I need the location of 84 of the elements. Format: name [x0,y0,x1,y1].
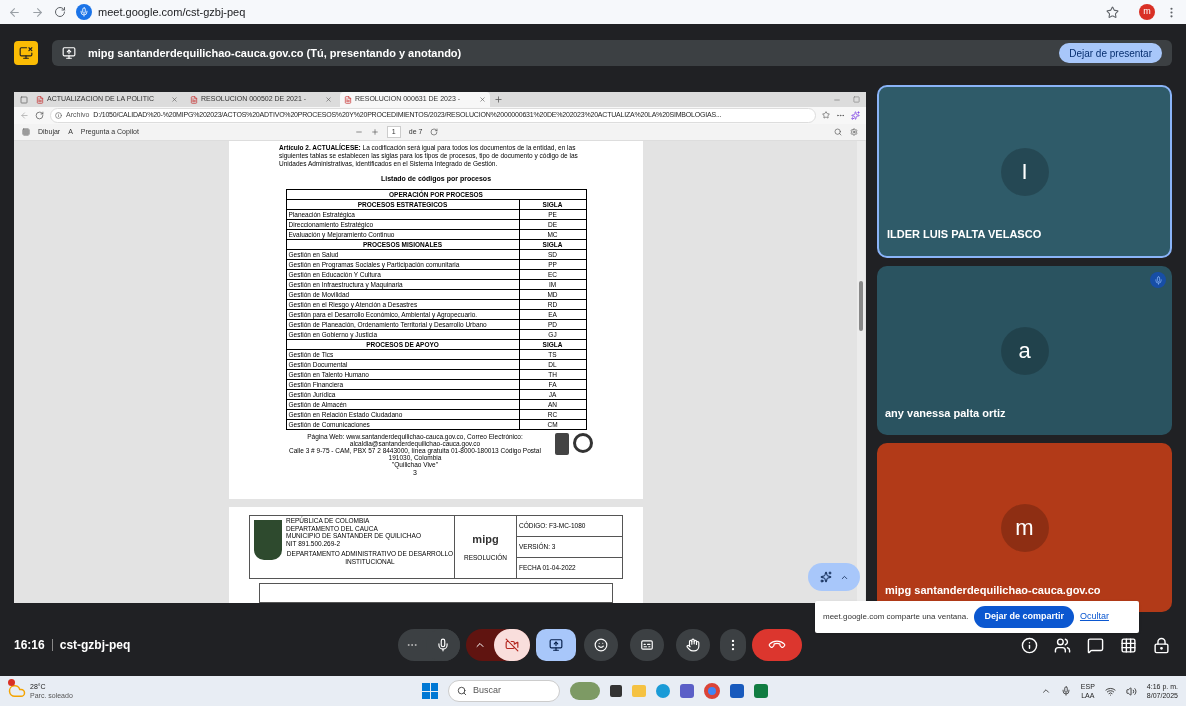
participant-name: ILDER LUIS PALTA VELASCO [887,226,1042,242]
participant-tile[interactable]: a any vanessa palta ortiz [877,266,1172,435]
reactions-button[interactable] [584,629,618,661]
present-icon [549,638,563,652]
task-view-icon[interactable] [610,685,622,697]
stamp-icon [573,432,593,453]
raise-hand-button[interactable] [676,629,710,661]
stop-presenting-icon[interactable] [14,41,38,65]
close-icon[interactable] [171,96,178,103]
tab-actions-icon[interactable] [20,95,28,104]
widget-thumbnail[interactable] [570,682,600,700]
participant-avatar: a [1000,326,1049,375]
stop-presenting-button[interactable]: Dejar de presentar [1059,43,1162,63]
microphone-in-use-icon[interactable] [1060,686,1071,696]
camera-off-icon [505,638,519,652]
excel-icon[interactable] [754,684,768,698]
mipg-logo: mipg [472,531,499,547]
close-icon[interactable] [479,96,486,103]
pdf-file-icon [344,95,352,104]
info-icon[interactable] [55,111,62,119]
sparkle-icon [819,571,832,583]
pdf-file-icon [36,95,44,104]
contents-icon[interactable] [22,127,30,136]
weather-icon[interactable] [8,682,26,700]
present-button[interactable] [536,629,576,661]
microphone-icon [436,638,450,652]
activities-icon[interactable] [1120,636,1137,654]
zoom-in-icon[interactable] [370,127,379,136]
annotate-button[interactable] [808,563,860,591]
meeting-info-icon[interactable] [1021,636,1038,654]
coat-of-arms-icon [254,520,282,560]
hidden-icons-icon[interactable] [1040,686,1051,696]
start-icon[interactable] [422,683,438,699]
reload-icon[interactable] [54,6,66,18]
presenting-text: mipg santanderdequilichao-cauca.gov.co (Tú, presentando y anotando) [88,45,462,61]
edge-icon[interactable] [656,684,670,698]
chat-icon[interactable] [1087,636,1104,654]
volume-icon[interactable] [1125,685,1137,697]
search-icon[interactable] [834,127,842,136]
camera-button[interactable] [494,629,530,661]
new-tab-icon[interactable] [494,95,503,104]
copilot-icon[interactable] [851,110,860,120]
participant-tile[interactable]: I ILDER LUIS PALTA VELASCO [877,85,1172,258]
profile-avatar[interactable]: m [1139,4,1155,20]
people-icon[interactable] [1054,636,1071,654]
present-icon [62,46,76,60]
maximize-icon[interactable] [853,96,860,103]
certification-seal-icon [555,432,569,455]
taskbar-search-field[interactable]: Buscar [448,680,560,702]
search-icon [457,686,467,696]
stop-sharing-button[interactable]: Dejar de compartir [974,606,1074,628]
more-options-button[interactable] [720,629,746,661]
rotate-icon[interactable] [430,127,439,136]
chrome-icon[interactable] [704,683,720,699]
meeting-code: cst-gzbj-peq [59,637,131,654]
close-icon[interactable] [325,96,332,103]
settings-icon[interactable] [850,127,858,136]
url-text[interactable]: meet.google.com/cst-gzbj-peq [98,3,246,21]
back-icon[interactable] [8,5,21,19]
participant-name: any vanessa palta ortiz [885,405,1006,421]
network-icon[interactable] [1104,685,1116,697]
hide-link[interactable]: Ocultar [1079,610,1109,624]
host-controls-icon[interactable] [1153,636,1170,654]
scrollbar-thumb[interactable] [859,281,863,331]
word-icon[interactable] [730,684,744,698]
meeting-time: 16:16 [14,637,45,654]
notification-text: meet.google.com comparte una ventana. [823,611,969,623]
screen-share-off-icon [19,46,33,60]
participant-tile[interactable]: m mipg santanderdequilichao-cauca.gov.co [877,443,1172,612]
forward-icon[interactable] [31,5,44,19]
participant-avatar: m [1000,503,1049,552]
participant-name: mipg santanderdequilichao-cauca.gov.co [885,582,1101,598]
favorite-icon[interactable] [822,111,830,120]
smiley-icon [594,638,608,652]
reload-icon[interactable] [35,110,44,120]
captions-button[interactable] [630,629,664,661]
leave-call-button[interactable] [752,629,802,661]
pdf-file-icon [190,95,198,104]
participant-avatar: I [1000,147,1049,196]
back-icon[interactable] [20,110,29,120]
hand-icon [686,638,700,652]
captions-icon [640,638,654,652]
bookmark-star-icon[interactable] [1106,5,1119,19]
teams-icon[interactable] [680,684,694,698]
